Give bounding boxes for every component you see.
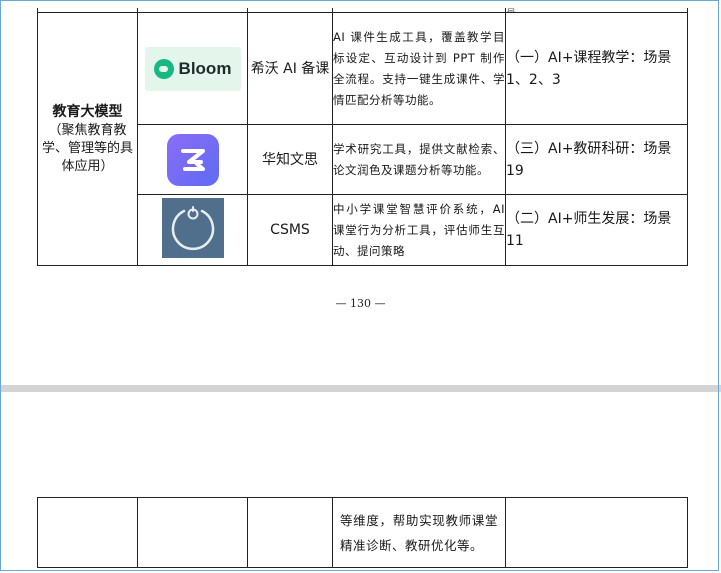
logo-cell [137,194,248,266]
logo-cell [137,124,248,195]
empty-cell [247,497,333,568]
empty-cell [505,497,688,568]
tool-name: 希沃 AI 备课 [247,12,333,125]
page-separator [0,385,721,392]
ai-tools-table-continued: 等维度，帮助实现教师课堂精准诊断、教研优化等。 [37,497,688,568]
bloom-logo: Bloom [144,46,241,91]
empty-cell [37,497,138,568]
tool-description: 学术研究工具，提供文献检索、论文润色及课题分析等功能。 [332,124,506,195]
tool-name: CSMS [247,194,333,266]
page-number: — 130 — [335,297,386,310]
category-cell: 教育大模型 （聚焦教育教学、管理等的具体应用） [37,12,138,266]
empty-cell [137,497,248,568]
table-row: 等维度，帮助实现教师课堂精准诊断、教研优化等。 [37,497,688,568]
tool-description: 中小学课堂智慧评价系统，AI 课堂行为分析工具，评估师生互动、提问策略 [332,194,506,266]
tool-name: 华知文思 [247,124,333,195]
document-page-upper: 景 教育大模型 （聚焦教育教学、管理等的具体应用） Bloom 希沃 AI 备课… [0,0,721,385]
category-subtitle: （聚焦教育教学、管理等的具体应用） [41,122,133,174]
tool-scene: （二）AI+师生发展：场景 11 [505,194,688,266]
table-row: 教育大模型 （聚焦教育教学、管理等的具体应用） Bloom 希沃 AI 备课 A… [37,12,688,266]
category-title: 教育大模型 [52,103,123,120]
tool-description: AI 课件生成工具，覆盖教学目标设定、互动设计到 PPT 制作全流程。支持一键生… [332,12,506,125]
ai-tools-table: 景 教育大模型 （聚焦教育教学、管理等的具体应用） Bloom 希沃 AI 备课… [37,8,688,266]
logo-cell: Bloom [137,12,248,125]
bloom-mark-icon [153,58,174,79]
csms-logo-icon [161,198,224,258]
bloom-logo-text: Bloom [178,58,232,78]
tool-scene: （一）AI+课程教学：场景 1、2、3 [505,12,688,125]
tool-scene: （三）AI+教研科研：场景 19 [505,124,688,195]
tool-description-continued: 等维度，帮助实现教师课堂精准诊断、教研优化等。 [332,497,506,568]
huazhi-logo-icon [166,133,219,186]
